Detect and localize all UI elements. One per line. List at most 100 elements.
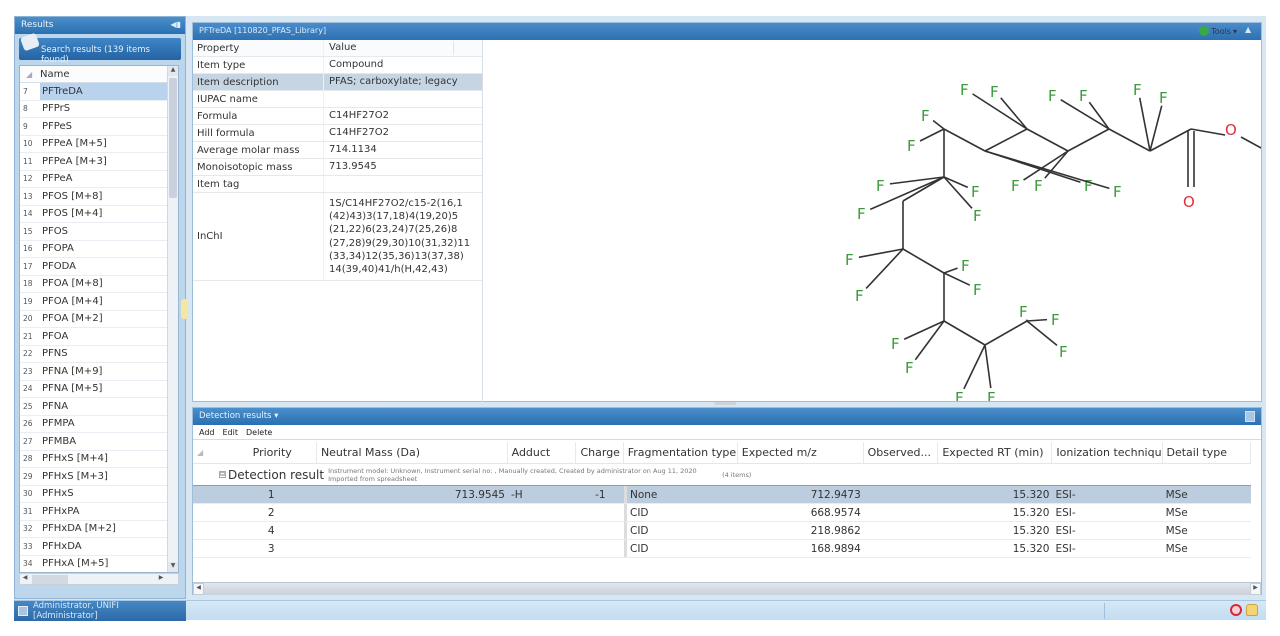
column-header[interactable]: Ionization technique bbox=[1052, 442, 1163, 463]
delete-button[interactable]: Delete bbox=[246, 428, 272, 437]
property-row[interactable]: Item type Compound bbox=[193, 57, 482, 74]
list-item[interactable]: 33 PFHxDA bbox=[20, 538, 178, 556]
scroll-thumb[interactable] bbox=[32, 575, 68, 584]
list-item[interactable]: 20 PFOA [M+2] bbox=[20, 311, 178, 328]
list-item[interactable]: 21 PFOA bbox=[20, 328, 178, 346]
list-vertical-scrollbar[interactable]: ▲ ▼ bbox=[167, 66, 178, 572]
value-column-header[interactable]: Value bbox=[324, 41, 454, 55]
scroll-left-arrow[interactable]: ◀ bbox=[20, 574, 30, 584]
pin-panel-icon[interactable]: ◀▮ bbox=[170, 20, 181, 29]
add-button[interactable]: Add bbox=[199, 428, 215, 437]
table-row[interactable]: 4 CID 218.9862 15.320 ESI- MSe bbox=[193, 522, 1251, 540]
list-item[interactable]: 8 PFPrS bbox=[20, 101, 178, 118]
property-key: IUPAC name bbox=[193, 91, 324, 107]
scroll-down-arrow[interactable]: ▼ bbox=[168, 562, 178, 572]
column-header[interactable]: Priority bbox=[225, 442, 317, 463]
column-header[interactable]: Charge bbox=[576, 442, 624, 463]
list-item[interactable]: 13 PFOS [M+8] bbox=[20, 188, 178, 206]
list-item[interactable]: 24 PFNA [M+5] bbox=[20, 381, 178, 398]
cell-charge: -1 bbox=[595, 488, 606, 501]
list-item[interactable]: 11 PFPeA [M+3] bbox=[20, 153, 178, 171]
list-item-name: PFTreDA bbox=[40, 83, 178, 100]
list-item[interactable]: 25 PFNA bbox=[20, 398, 178, 416]
list-item[interactable]: 28 PFHxS [M+4] bbox=[20, 451, 178, 468]
status-bar: Administrator, UNIFI [Administrator] bbox=[14, 600, 1266, 621]
property-row[interactable]: Formula C14HF27O2 bbox=[193, 108, 482, 125]
list-item[interactable]: 29 PFHxS [M+3] bbox=[20, 468, 178, 486]
collapse-panel-icon[interactable]: ▲ bbox=[1245, 25, 1255, 36]
expand-group-icon[interactable]: ⊟ bbox=[219, 471, 226, 478]
table-row[interactable]: 2 CID 668.9574 15.320 ESI- MSe bbox=[193, 504, 1251, 522]
scroll-right-arrow[interactable]: ▶ bbox=[1250, 583, 1261, 595]
results-panel-header: Results ◀▮ bbox=[15, 17, 185, 34]
property-row[interactable]: Monoisotopic mass 713.9545 bbox=[193, 159, 482, 176]
column-header[interactable]: Adduct bbox=[508, 442, 577, 463]
property-column-header[interactable]: Property bbox=[193, 40, 324, 56]
list-item-index: 27 bbox=[23, 436, 33, 446]
list-item[interactable]: 7 PFTreDA bbox=[20, 83, 178, 101]
scroll-thumb[interactable] bbox=[169, 78, 177, 198]
list-item-name: PFHxPA bbox=[42, 505, 80, 517]
column-header[interactable]: Expected RT (min) bbox=[938, 442, 1053, 463]
property-value: 714.1134 bbox=[329, 144, 377, 156]
table-row[interactable]: 3 CID 168.9894 15.320 ESI- MSe bbox=[193, 540, 1251, 558]
property-row[interactable]: Average molar mass 714.1134 bbox=[193, 142, 482, 159]
group-row[interactable]: ⊟ Detection result Instrument model: Unk… bbox=[193, 464, 1251, 486]
list-item[interactable]: 17 PFODA bbox=[20, 258, 178, 276]
list-item[interactable]: 10 PFPeA [M+5] bbox=[20, 136, 178, 153]
results-panel: Results ◀▮ Search results (139 items fou… bbox=[14, 16, 186, 599]
list-header[interactable]: ◢ Name bbox=[20, 66, 178, 83]
column-header-name[interactable]: Name bbox=[40, 69, 70, 80]
export-icon[interactable] bbox=[1245, 411, 1255, 422]
list-item[interactable]: 18 PFOA [M+8] bbox=[20, 276, 178, 293]
list-item[interactable]: 23 PFNA [M+9] bbox=[20, 363, 178, 381]
property-row[interactable]: InChI 1S/C14HF27O2/c15-2(16,1 (42)43)3(17… bbox=[193, 193, 482, 281]
list-item[interactable]: 30 PFHxS bbox=[20, 486, 178, 503]
list-item[interactable]: 31 PFHxPA bbox=[20, 503, 178, 521]
column-header[interactable]: Neutral Mass (Da) bbox=[317, 442, 508, 463]
edit-button[interactable]: Edit bbox=[223, 428, 239, 437]
scroll-right-arrow[interactable]: ▶ bbox=[156, 574, 166, 584]
bond bbox=[902, 248, 945, 274]
fluorine-atom-label: F bbox=[1034, 177, 1043, 195]
lock-icon[interactable] bbox=[1246, 604, 1258, 616]
grid-horizontal-scrollbar[interactable]: ◀ ▶ bbox=[193, 582, 1261, 595]
list-item[interactable]: 32 PFHxDA [M+2] bbox=[20, 521, 178, 538]
fluorine-atom-label: F bbox=[1079, 87, 1088, 105]
list-item[interactable]: 27 PFMBA bbox=[20, 433, 178, 451]
fluorine-atom-label: F bbox=[855, 287, 864, 305]
horizontal-splitter-grip[interactable] bbox=[714, 402, 736, 405]
scroll-left-arrow[interactable]: ◀ bbox=[193, 583, 204, 595]
list-item[interactable]: 26 PFMPA bbox=[20, 416, 178, 433]
table-row[interactable]: 1 713.9545 -H -1 None 712.9473 15.320 ESI- MSe bbox=[193, 486, 1251, 504]
no-entry-icon[interactable] bbox=[1230, 604, 1242, 616]
compound-panel-header: PFTreDA [110820_PFAS_Library] Tools ▾ ▲ bbox=[193, 23, 1261, 40]
property-row[interactable]: Item description PFAS; carboxylate; legac… bbox=[193, 74, 482, 91]
cell-neutral-mass: 713.9545 bbox=[454, 488, 505, 501]
detection-panel-title[interactable]: Detection results ▾ bbox=[199, 411, 278, 421]
list-horizontal-scrollbar[interactable]: ◀ ▶ bbox=[19, 573, 179, 585]
list-item-name: PFNA [M+9] bbox=[42, 365, 103, 377]
list-item[interactable]: 12 PFPeA bbox=[20, 171, 178, 188]
property-row[interactable]: Hill formula C14HF27O2 bbox=[193, 125, 482, 142]
panel-splitter-grip[interactable] bbox=[181, 299, 188, 319]
tools-menu-button[interactable]: Tools ▾ bbox=[1199, 26, 1237, 36]
column-header[interactable]: Fragmentation type bbox=[624, 442, 738, 463]
properties-header-row: Property Value bbox=[193, 40, 482, 57]
list-item[interactable]: 14 PFOS [M+4] bbox=[20, 206, 178, 223]
list-item[interactable]: 34 PFHxA [M+5] bbox=[20, 556, 178, 573]
search-results-bar[interactable]: Search results (139 items found) bbox=[19, 32, 181, 65]
property-row[interactable]: IUPAC name bbox=[193, 91, 482, 108]
list-item[interactable]: 22 PFNS bbox=[20, 346, 178, 363]
column-header[interactable]: Observed... bbox=[864, 442, 939, 463]
list-item[interactable]: 16 PFOPA bbox=[20, 241, 178, 258]
scroll-up-arrow[interactable]: ▲ bbox=[168, 66, 178, 76]
bond bbox=[984, 320, 1028, 346]
list-item[interactable]: 19 PFOA [M+4] bbox=[20, 293, 178, 311]
list-item[interactable]: 15 PFOS bbox=[20, 223, 178, 241]
property-row[interactable]: Item tag bbox=[193, 176, 482, 193]
column-header[interactable]: Expected m/z bbox=[738, 442, 864, 463]
column-header[interactable]: Detail type bbox=[1163, 442, 1251, 463]
list-item[interactable]: 9 PFPeS bbox=[20, 118, 178, 136]
application-window: Results ◀▮ Search results (139 items fou… bbox=[14, 16, 1277, 621]
